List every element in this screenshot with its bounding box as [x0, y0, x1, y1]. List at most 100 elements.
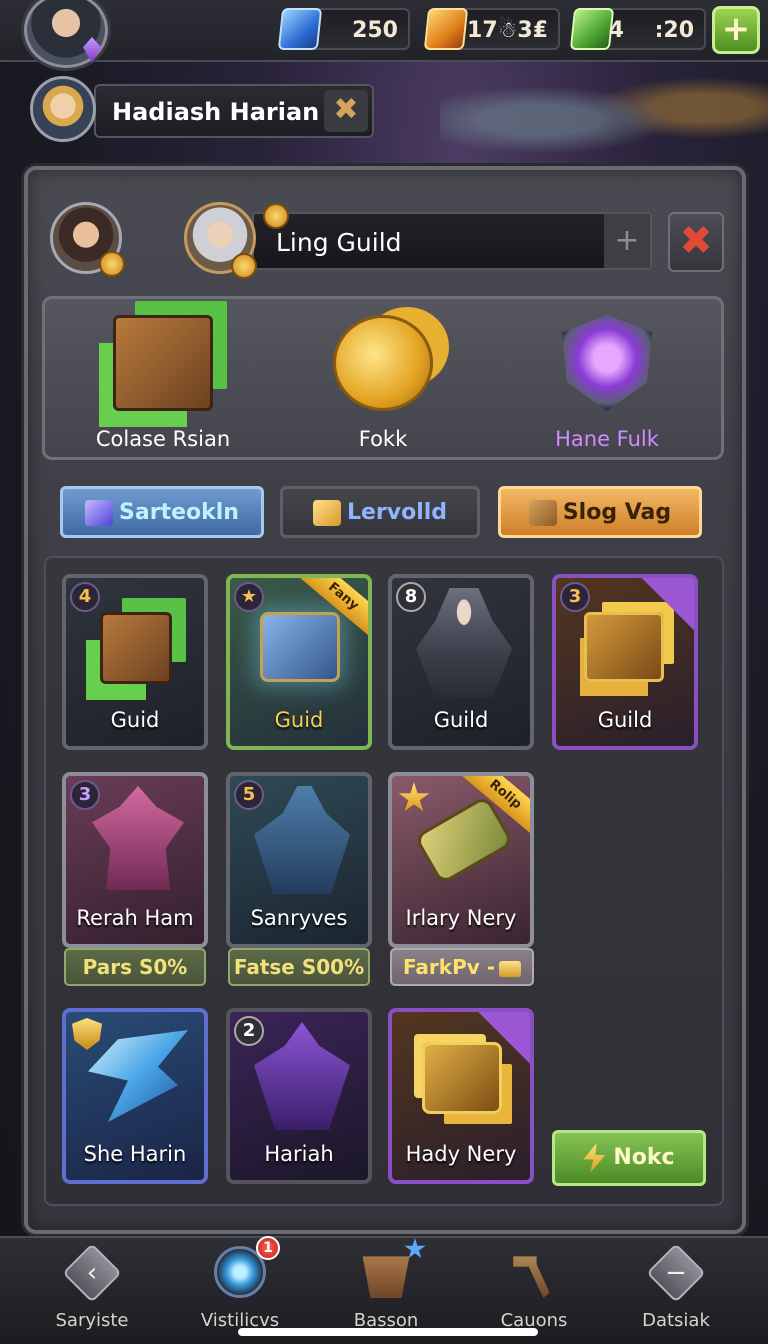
crate-icon: [528, 500, 557, 526]
hammer-icon: [513, 1256, 550, 1298]
confirm-label: Nokc: [613, 1145, 675, 1170]
card-label: She Harin: [83, 1142, 187, 1166]
nav-label: Datsiak: [642, 1310, 710, 1331]
back-arrow-icon: ‹: [62, 1243, 122, 1303]
coin-badge-icon: [231, 253, 257, 279]
crate-icon: [113, 315, 213, 411]
card-level-badge: ★: [234, 582, 264, 612]
nav-item-cauons[interactable]: Cauons: [464, 1242, 604, 1338]
player-name-bar: Hadiash Harian ✖: [94, 84, 374, 138]
reward-label: Hane Fulk: [555, 427, 659, 451]
mage-icon: [254, 1022, 350, 1130]
notification-badge: 1: [256, 1236, 280, 1260]
shop-card[interactable]: 3 Guild: [552, 574, 698, 750]
shop-card[interactable]: Rolip Irlary Nery: [388, 772, 534, 948]
basket-icon: [362, 1256, 410, 1298]
currency-green-value: 4 :20: [608, 18, 694, 43]
shop-card[interactable]: 4 Guid: [62, 574, 208, 750]
price-label: FarkPv -: [402, 955, 496, 979]
card-level-badge: 2: [234, 1016, 264, 1046]
add-guild-button[interactable]: +: [604, 214, 650, 268]
reward-strip: Colase Rsian Fokk Hane Fulk: [42, 296, 724, 460]
nav-item-vistilicvs[interactable]: 1 Vistilicvs: [170, 1236, 310, 1338]
price-tag[interactable]: Fatse S00%: [228, 948, 370, 986]
shield-icon: [72, 1018, 102, 1050]
card-level-badge: 5: [234, 780, 264, 810]
nav-item-saryiste[interactable]: ‹ Saryiste: [22, 1242, 162, 1338]
price-tag[interactable]: Pars S0%: [64, 948, 206, 986]
blue-gem-icon: [277, 8, 323, 50]
demon-icon: [92, 786, 184, 890]
top-status-bar: 250 17☃3₤ 4 :20 +: [0, 0, 768, 68]
coin-badge-icon: [263, 203, 289, 229]
tab-label: Sarteokln: [119, 500, 239, 525]
add-currency-button[interactable]: +: [712, 6, 760, 54]
gold-bar-icon: [499, 960, 522, 977]
player-name-avatar[interactable]: [30, 76, 96, 142]
shop-card[interactable]: 2 Hariah: [226, 1008, 372, 1184]
tab-sarteokln[interactable]: Sarteokln: [60, 486, 264, 538]
member-avatar[interactable]: [50, 202, 125, 277]
scroll-icon: [413, 794, 515, 886]
cube-icon: [85, 500, 114, 526]
tab-slog-vag[interactable]: Slog Vag: [498, 486, 702, 538]
purple-gem-icon: [83, 37, 101, 63]
guild-leader-avatar[interactable]: [184, 202, 289, 279]
coins-icon: [333, 315, 433, 411]
corner-tag: [478, 1012, 530, 1064]
star-icon: [398, 782, 430, 812]
price-label: Pars S0%: [82, 955, 188, 979]
shop-card[interactable]: ★ Fany Guid: [226, 574, 372, 750]
card-label: Sanryves: [250, 906, 348, 930]
bolt-icon: [583, 1143, 606, 1173]
currency-blue[interactable]: 250: [277, 8, 410, 50]
corner-tag: [642, 578, 694, 630]
card-label: Rerah Ham: [76, 906, 194, 930]
nav-item-datsiak[interactable]: − Datsiak: [606, 1242, 746, 1338]
tab-label: Lervolld: [346, 500, 448, 525]
guild-name-field[interactable]: Ling Guild +: [252, 212, 652, 270]
shop-card[interactable]: 8 Guild: [388, 574, 534, 750]
tab-label: Slog Vag: [562, 500, 672, 525]
confirm-button[interactable]: Nokc: [552, 1130, 706, 1186]
tab-lervolld[interactable]: Lervolld: [280, 486, 480, 538]
reward-item[interactable]: Fokk: [283, 309, 483, 459]
coin-badge-icon: [99, 251, 125, 277]
shop-card[interactable]: 5 Sanryves: [226, 772, 372, 948]
close-panel-button[interactable]: ✖: [668, 212, 724, 272]
home-indicator[interactable]: [238, 1328, 538, 1336]
shop-card[interactable]: She Harin: [62, 1008, 208, 1184]
guild-name: Ling Guild: [276, 228, 402, 257]
gold-bar-icon: [312, 500, 341, 526]
currency-gold[interactable]: 17☃3₤: [423, 8, 560, 50]
crystal-icon: [88, 1030, 188, 1122]
card-level-badge: 4: [70, 582, 100, 612]
card-label: Irlary Nery: [405, 906, 517, 930]
price-tag[interactable]: FarkPv -: [390, 948, 534, 986]
shop-card[interactable]: 3 Rerah Ham: [62, 772, 208, 948]
reward-item[interactable]: Colase Rsian: [63, 309, 263, 459]
card-label: Guild: [597, 708, 653, 732]
warrior-icon: [254, 786, 350, 894]
blue-chest-icon: [260, 612, 340, 682]
nav-label: Saryiste: [55, 1310, 129, 1331]
player-name: Hadiash Harian: [112, 98, 320, 126]
crate-icon: [100, 612, 172, 684]
reward-label: Fokk: [358, 427, 408, 451]
nav-item-basson[interactable]: Basson: [316, 1238, 456, 1338]
currency-gold-value: 17☃3₤: [467, 18, 548, 43]
card-level-badge: 8: [396, 582, 426, 612]
card-label: Guid: [274, 708, 324, 732]
card-label: Hady Nery: [405, 1142, 517, 1166]
price-label: Fatse S00%: [233, 955, 365, 979]
purple-shield-icon: [562, 315, 652, 411]
close-player-button[interactable]: ✖: [324, 90, 368, 132]
player-avatar[interactable]: [24, 0, 108, 68]
currency-green[interactable]: 4 :20: [569, 8, 706, 50]
shop-card[interactable]: Hady Nery: [388, 1008, 534, 1184]
reward-item[interactable]: Hane Fulk: [507, 309, 707, 459]
card-label: Guid: [110, 708, 160, 732]
currency-blue-value: 250: [352, 18, 398, 43]
card-label: Guild: [433, 708, 489, 732]
knight-icon: [416, 588, 512, 698]
